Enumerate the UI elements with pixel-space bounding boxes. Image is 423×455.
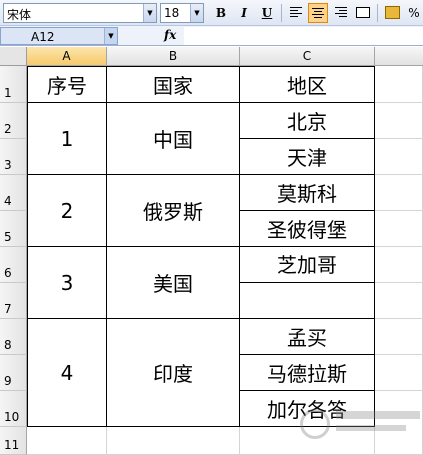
row-number: 2 <box>4 122 12 136</box>
cell-region[interactable]: 天津 <box>240 139 375 175</box>
cell-region[interactable]: 马德拉斯 <box>240 355 375 391</box>
row-header-8[interactable]: 8 <box>0 319 27 355</box>
underline-button[interactable]: U <box>257 3 277 23</box>
column-header-a[interactable]: A <box>27 47 107 66</box>
formula-input[interactable] <box>184 27 423 45</box>
font-name-combo[interactable]: 宋体 ▼ <box>3 3 157 23</box>
font-size-value: 18 <box>164 6 180 20</box>
row-header-7[interactable]: 7 <box>0 283 27 319</box>
align-center-button[interactable] <box>308 3 328 23</box>
header-cell-number[interactable]: 序号 <box>28 67 107 103</box>
align-right-icon <box>335 7 347 17</box>
row-number: 1 <box>4 86 12 100</box>
row-header-5[interactable]: 5 <box>0 211 27 247</box>
toolbar-separator <box>377 4 378 22</box>
formula-bar: A12 ▼ fx <box>0 26 423 46</box>
row-number: 3 <box>4 158 12 172</box>
merge-cells-icon <box>356 7 370 18</box>
cell-country[interactable]: 美国 <box>107 247 240 319</box>
cell-region[interactable] <box>240 283 375 319</box>
watermark-logo <box>300 405 423 441</box>
column-header-b[interactable]: B <box>107 47 240 66</box>
row-number: 5 <box>4 230 12 244</box>
align-left-button[interactable] <box>286 3 306 23</box>
cell-region[interactable]: 北京 <box>240 103 375 139</box>
cell-number[interactable]: 3 <box>28 247 107 319</box>
cell-region[interactable]: 圣彼得堡 <box>240 211 375 247</box>
toolbar-separator <box>281 4 282 22</box>
font-name-value: 宋体 <box>7 8 32 22</box>
gridline <box>375 246 423 247</box>
gridline <box>375 354 423 355</box>
cell-region[interactable]: 芝加哥 <box>240 247 375 283</box>
gridline <box>375 318 423 319</box>
formatting-toolbar: 宋体 ▼ 18 ▼ B I U % <box>0 0 423 26</box>
cell-number[interactable]: 4 <box>28 319 107 427</box>
insert-function-icon[interactable]: fx <box>164 28 176 42</box>
gridline <box>375 210 423 211</box>
cell-country[interactable]: 中国 <box>107 103 240 175</box>
row-number: 11 <box>4 438 20 452</box>
align-center-icon <box>312 8 324 18</box>
percent-button[interactable]: % <box>404 3 423 23</box>
gridline <box>375 282 423 283</box>
gridline <box>375 102 423 103</box>
gridline <box>239 427 240 455</box>
align-left-icon <box>290 7 302 17</box>
cell-country[interactable]: 俄罗斯 <box>107 175 240 247</box>
row-number: 9 <box>4 374 12 388</box>
row-header-6[interactable]: 6 <box>0 247 27 283</box>
row-number: 6 <box>4 266 12 280</box>
gridline <box>106 427 107 455</box>
align-right-button[interactable] <box>331 3 351 23</box>
column-header-row: A B C <box>0 47 423 66</box>
cell-number[interactable]: 2 <box>28 175 107 247</box>
gridline <box>375 174 423 175</box>
row-header-11[interactable]: 11 <box>0 427 27 455</box>
row-header-3[interactable]: 3 <box>0 139 27 175</box>
cell-reference: A12 <box>31 30 55 44</box>
row-number: 4 <box>4 194 12 208</box>
watermark-text-bar <box>336 411 420 419</box>
row-header-4[interactable]: 4 <box>0 175 27 211</box>
row-number: 10 <box>4 410 20 424</box>
cell-region[interactable]: 孟买 <box>240 319 375 355</box>
italic-button[interactable]: I <box>234 3 254 23</box>
gridline <box>375 138 423 139</box>
row-header-10[interactable]: 10 <box>0 391 27 427</box>
header-cell-region[interactable]: 地区 <box>240 67 375 103</box>
name-box[interactable]: A12 ▼ <box>0 27 118 45</box>
row-header-1[interactable]: 1 <box>0 66 27 103</box>
cell-number[interactable]: 1 <box>28 103 107 175</box>
row-number: 8 <box>4 338 12 352</box>
column-header-c[interactable]: C <box>240 47 375 66</box>
header-cell-country[interactable]: 国家 <box>107 67 240 103</box>
row-header-2[interactable]: 2 <box>0 103 27 139</box>
chevron-down-icon[interactable]: ▼ <box>104 28 117 44</box>
watermark-text-bar <box>336 425 406 431</box>
chevron-down-icon[interactable]: ▼ <box>143 4 156 22</box>
cell-country[interactable]: 印度 <box>107 319 240 427</box>
gridline <box>375 390 423 391</box>
select-all-corner[interactable] <box>0 47 27 66</box>
row-header-9[interactable]: 9 <box>0 355 27 391</box>
cell-region[interactable]: 莫斯科 <box>240 175 375 211</box>
watermark-circle-icon <box>300 409 330 439</box>
row-number: 7 <box>4 302 12 316</box>
bold-button[interactable]: B <box>211 3 231 23</box>
merge-center-button[interactable] <box>353 3 373 23</box>
column-header-d[interactable] <box>375 47 423 66</box>
currency-icon <box>384 6 400 19</box>
chevron-down-icon[interactable]: ▼ <box>190 4 203 22</box>
currency-button[interactable] <box>382 3 402 23</box>
font-size-combo[interactable]: 18 ▼ <box>160 3 204 23</box>
